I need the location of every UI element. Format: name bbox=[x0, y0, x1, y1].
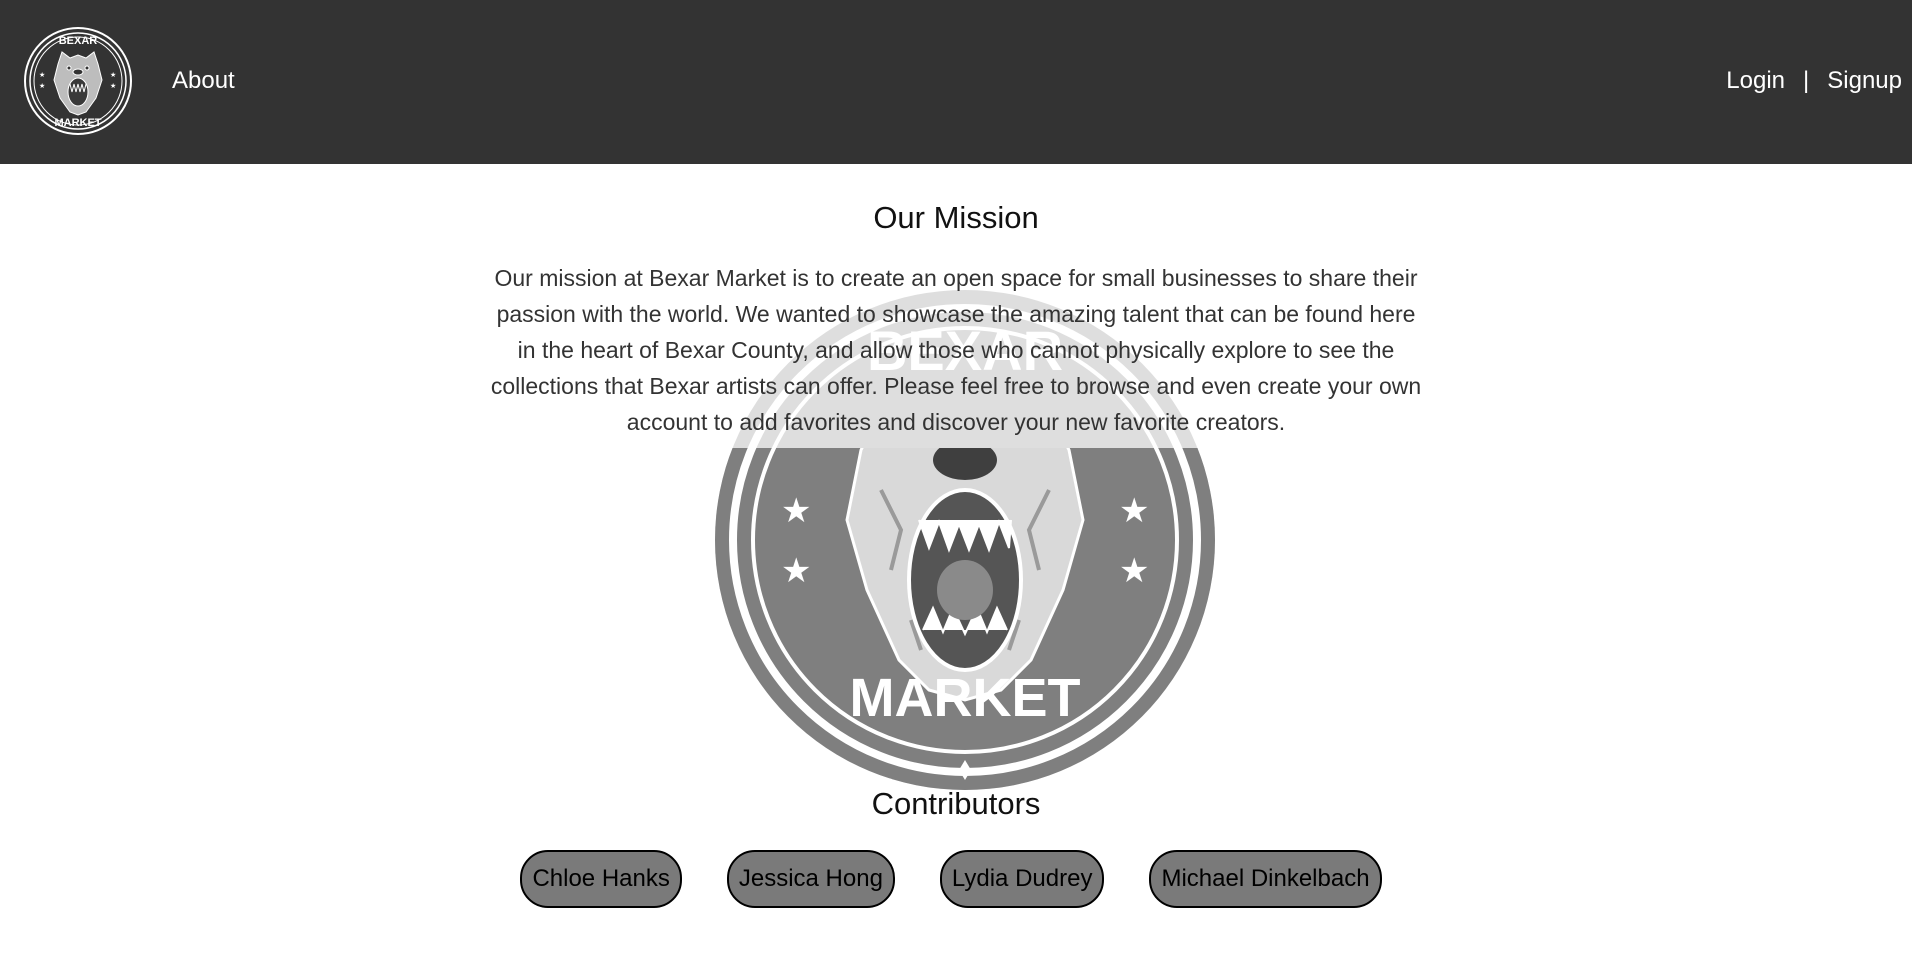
contributor-button-michael-dinkelbach[interactable]: Michael Dinkelbach bbox=[1149, 850, 1382, 908]
top-navbar: BEXAR MARKET ★ ★ ★ ★ About Login | Signup bbox=[0, 0, 1912, 164]
contributors-list: Chloe Hanks Jessica Hong Lydia Dudrey Mi… bbox=[0, 850, 1907, 908]
contributor-button-jessica-hong[interactable]: Jessica Hong bbox=[726, 850, 895, 908]
svg-text:★: ★ bbox=[39, 71, 45, 79]
bexar-market-logo-link[interactable]: BEXAR MARKET ★ ★ ★ ★ bbox=[22, 22, 134, 140]
logo-text-market: MARKET bbox=[54, 117, 101, 129]
svg-text:★: ★ bbox=[1119, 551, 1149, 591]
logo-text-bexar: BEXAR bbox=[59, 35, 98, 47]
bexar-market-bear-logo-icon: BEXAR MARKET ★ ★ ★ ★ bbox=[24, 27, 132, 135]
svg-text:★: ★ bbox=[39, 82, 45, 90]
login-link[interactable]: Login bbox=[1726, 67, 1785, 94]
mission-heading: Our Mission bbox=[873, 200, 1039, 235]
svg-text:★: ★ bbox=[781, 491, 811, 531]
auth-links: Login | Signup bbox=[1726, 66, 1902, 96]
contributor-button-lydia-dudrey[interactable]: Lydia Dudrey bbox=[939, 850, 1105, 908]
signup-link[interactable]: Signup bbox=[1827, 67, 1902, 94]
svg-text:★: ★ bbox=[110, 71, 116, 79]
svg-text:★: ★ bbox=[781, 551, 811, 591]
contributor-button-chloe-hanks[interactable]: Chloe Hanks bbox=[520, 850, 682, 908]
mission-paragraph: Our mission at Bexar Market is to create… bbox=[490, 265, 1422, 435]
contributors-heading: Contributors bbox=[871, 786, 1041, 821]
svg-text:★: ★ bbox=[110, 82, 116, 90]
auth-separator: | bbox=[1803, 67, 1810, 94]
watermark-text-market: MARKET bbox=[850, 668, 1081, 728]
nav-about-link[interactable]: About bbox=[172, 66, 235, 96]
svg-text:★: ★ bbox=[1119, 491, 1149, 531]
